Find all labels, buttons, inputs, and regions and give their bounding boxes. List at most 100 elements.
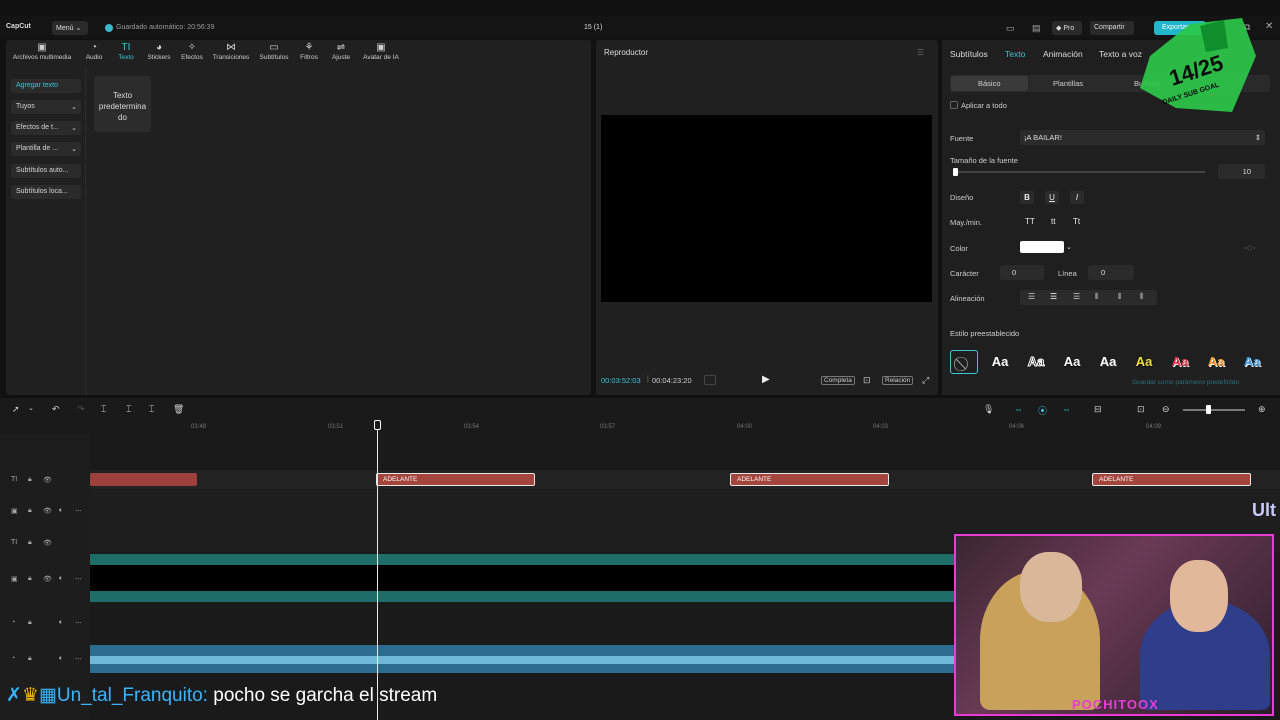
zoom-slider-handle[interactable] bbox=[1206, 405, 1211, 414]
toolbar-effects[interactable]: ✧ Efectos bbox=[179, 42, 205, 61]
toolbar-text[interactable]: TI Texto bbox=[114, 42, 138, 61]
lock-icon[interactable]: 🔒︎ bbox=[28, 476, 32, 484]
chevron-down-icon[interactable]: ⌄ bbox=[28, 404, 34, 412]
player-menu-icon[interactable]: ☰ bbox=[917, 48, 924, 57]
align-center-icon[interactable]: ☰ bbox=[1050, 292, 1057, 301]
text-clip[interactable] bbox=[90, 473, 197, 486]
preset-style-7[interactable]: Aa bbox=[1202, 350, 1230, 374]
toolbar-adjust[interactable]: ⇌ Ajuste bbox=[329, 42, 353, 61]
ratio-button[interactable]: Relación bbox=[882, 376, 914, 385]
playhead-handle[interactable] bbox=[374, 420, 381, 430]
preset-style-8[interactable]: Aa bbox=[1238, 350, 1266, 374]
zoom-slider[interactable] bbox=[1183, 409, 1245, 411]
split-view-icon[interactable]: ⊟ bbox=[1094, 404, 1102, 415]
preview-axis-icon[interactable]: ⊡ bbox=[1137, 404, 1145, 415]
preset-none-icon[interactable]: ⃠ bbox=[950, 350, 978, 374]
toolbar-audio[interactable]: ◔ Audio bbox=[82, 42, 106, 61]
preset-style-1[interactable]: Aa bbox=[986, 350, 1014, 374]
toolbar-stickers[interactable]: ◕ Stickers bbox=[145, 42, 173, 61]
toolbar-media[interactable]: ▣ Archivos multimedia bbox=[9, 42, 75, 61]
shortcut-icon[interactable]: ▤ bbox=[1032, 23, 1041, 34]
case-lower-button[interactable]: tt bbox=[1051, 217, 1055, 226]
align-bottom-icon[interactable]: ⦀ bbox=[1140, 292, 1144, 302]
align-top-icon[interactable]: ⦀ bbox=[1095, 292, 1099, 302]
select-tool-icon[interactable]: ➚ bbox=[12, 404, 20, 415]
delete-icon[interactable]: 🗑 bbox=[173, 404, 184, 415]
lock-icon[interactable]: 🔒︎ bbox=[28, 619, 32, 627]
sidebar-item-local-subtitles[interactable]: Subtítulos loca... bbox=[11, 185, 81, 199]
eye-icon[interactable]: 👁︎ bbox=[43, 507, 52, 515]
sidebar-item-templates[interactable]: Plantilla de ... ⌄ bbox=[11, 142, 81, 156]
split-right-icon[interactable]: ⌶ bbox=[149, 404, 154, 415]
close-icon[interactable]: ✕ bbox=[1265, 21, 1273, 32]
color-swatch[interactable] bbox=[1020, 241, 1064, 253]
font-size-slider-handle[interactable] bbox=[953, 168, 958, 176]
timeline-ruler[interactable] bbox=[90, 420, 1280, 434]
save-preset-link[interactable]: Guardar como parámetro predefinido bbox=[1132, 379, 1239, 386]
text-clip[interactable]: ADELANTE bbox=[730, 473, 889, 486]
preset-style-2[interactable]: Aa bbox=[1022, 350, 1050, 374]
layout-icon[interactable]: ▭ bbox=[1006, 23, 1015, 34]
lock-icon[interactable]: 🔒︎ bbox=[28, 507, 32, 515]
eye-icon[interactable]: 👁︎ bbox=[43, 575, 52, 583]
volume-icon[interactable]: 🔈︎ bbox=[59, 575, 63, 583]
volume-icon[interactable]: 🔈︎ bbox=[59, 655, 63, 663]
text-clip[interactable]: ADELANTE bbox=[1092, 473, 1251, 486]
sidebar-item-yours[interactable]: Tuyos ⌄ bbox=[11, 100, 81, 114]
lock-icon[interactable]: 🔒︎ bbox=[28, 655, 32, 663]
toolbar-avatar[interactable]: ▣ Avatar de IA bbox=[359, 42, 403, 61]
bold-button[interactable]: B bbox=[1020, 191, 1034, 204]
tab-animation[interactable]: Animación bbox=[1043, 49, 1083, 59]
text-clip[interactable]: ADELANTE bbox=[376, 473, 535, 486]
sidebar-item-text-effects[interactable]: Efectos de t... ⌄ bbox=[11, 121, 81, 135]
more-icon[interactable]: ⋯ bbox=[75, 507, 82, 515]
eye-icon[interactable]: 👁︎ bbox=[43, 476, 52, 484]
play-icon[interactable]: ▶ bbox=[762, 374, 770, 385]
zoom-out-icon[interactable]: ⊖ bbox=[1162, 404, 1170, 415]
microphone-icon[interactable]: 🎙 bbox=[983, 404, 994, 415]
more-icon[interactable]: ⋯ bbox=[75, 655, 82, 663]
case-upper-button[interactable]: TT bbox=[1025, 217, 1035, 226]
magnet-icon[interactable]: ⦿ bbox=[1038, 404, 1047, 417]
keyframe-icon[interactable]: ‹◇› bbox=[1244, 243, 1255, 252]
preset-style-3[interactable]: Aa bbox=[1058, 350, 1086, 374]
volume-icon[interactable]: 🔈︎ bbox=[59, 619, 63, 627]
tab-text[interactable]: Texto bbox=[1005, 49, 1025, 59]
link-main-track-icon[interactable]: ⇔ bbox=[1014, 404, 1023, 414]
case-title-button[interactable]: Tt bbox=[1073, 217, 1080, 226]
toolbar-filters[interactable]: ⚘ Filtros bbox=[297, 42, 321, 61]
fullscreen-icon[interactable]: ⤢ bbox=[922, 375, 929, 386]
char-spacing-input[interactable]: 0 bbox=[1000, 265, 1044, 280]
share-button[interactable]: Compartir bbox=[1090, 21, 1134, 35]
more-icon[interactable]: ⋯ bbox=[75, 575, 82, 583]
italic-button[interactable]: I bbox=[1070, 191, 1084, 204]
preset-style-6[interactable]: Aa bbox=[1166, 350, 1194, 374]
split-left-icon[interactable]: ⌶ bbox=[126, 404, 131, 415]
link-icon[interactable]: ⇔ bbox=[1062, 404, 1071, 414]
undo-icon[interactable]: ↶ bbox=[52, 404, 60, 415]
font-size-slider[interactable] bbox=[953, 171, 1205, 173]
font-select[interactable]: ¡A BAILAR! ⇕ bbox=[1020, 130, 1265, 145]
preset-style-5[interactable]: Aa bbox=[1130, 350, 1158, 374]
underline-button[interactable]: U bbox=[1045, 191, 1059, 204]
lock-icon[interactable]: 🔒︎ bbox=[28, 575, 32, 583]
main-video-clip[interactable] bbox=[90, 554, 955, 602]
pro-button[interactable]: ◆ Pro bbox=[1052, 21, 1082, 35]
eye-icon[interactable]: 👁︎ bbox=[43, 539, 52, 547]
align-left-icon[interactable]: ☰ bbox=[1028, 292, 1035, 301]
default-text-card[interactable]: Texto predetermina do bbox=[94, 76, 151, 132]
snapshot-icon[interactable]: ⊡ bbox=[863, 375, 871, 386]
line-spacing-input[interactable]: 0 bbox=[1088, 265, 1134, 280]
redo-icon[interactable]: ↷ bbox=[77, 404, 85, 415]
align-middle-icon[interactable]: ⦀ bbox=[1118, 292, 1122, 302]
lock-icon[interactable]: 🔒︎ bbox=[28, 539, 32, 547]
preset-style-4[interactable]: Aa bbox=[1094, 350, 1122, 374]
more-icon[interactable]: ⋯ bbox=[75, 619, 82, 627]
subtab-templates[interactable]: Plantillas bbox=[1053, 79, 1083, 88]
sidebar-item-add-text[interactable]: Agregar texto bbox=[11, 79, 81, 93]
volume-icon[interactable]: 🔈︎ bbox=[59, 507, 63, 515]
playhead[interactable] bbox=[377, 420, 378, 720]
video-preview[interactable] bbox=[601, 115, 932, 302]
tab-subtitles[interactable]: Subtítulos bbox=[950, 49, 988, 59]
toolbar-transitions[interactable]: ⋈ Transiciones bbox=[210, 42, 252, 61]
